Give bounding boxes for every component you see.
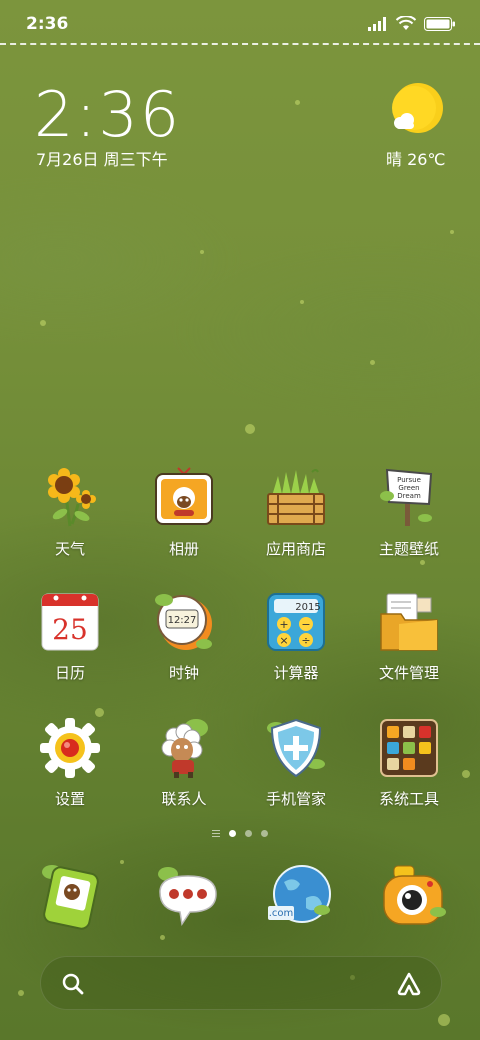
app-label: 系统工具 <box>378 790 439 808</box>
calendar-icon: 25 <box>41 593 99 651</box>
app-label: 天气 <box>54 540 85 558</box>
status-time: 2:36 <box>26 14 69 34</box>
calculator-icon: 2015 + − × ÷ <box>267 593 325 651</box>
grass-crate-icon <box>267 469 325 525</box>
svg-text:÷: ÷ <box>301 634 310 647</box>
app-label: 时钟 <box>168 664 199 682</box>
page-dot[interactable] <box>261 830 268 837</box>
folder-icon <box>380 593 438 651</box>
calendar-day-text: 25 <box>52 613 88 646</box>
app-label: 计算器 <box>273 664 319 682</box>
clock-face-text: 12:27 <box>168 615 197 626</box>
clock-widget-time[interactable]: 2:36 <box>34 78 181 151</box>
sunflower-icon <box>48 468 96 527</box>
battery-icon <box>424 16 455 31</box>
message-bubble-icon <box>158 867 217 926</box>
globe-icon: .com <box>268 865 331 923</box>
search-icon[interactable] <box>61 972 85 996</box>
clock-icon: 12:27 <box>155 594 212 650</box>
dock-camera[interactable] <box>380 862 480 930</box>
signpost-icon: Pursue Green Dream <box>380 468 433 526</box>
app-label: 应用商店 <box>265 540 326 558</box>
app-settings[interactable]: 设置 <box>15 716 125 809</box>
svg-text:Dream: Dream <box>397 492 421 500</box>
app-phone-manager[interactable]: 手机管家 <box>241 716 351 809</box>
page-indicator[interactable] <box>0 830 480 837</box>
app-themes[interactable]: Pursue Green Dream 主题壁纸 <box>354 466 464 559</box>
sun-cloud-icon[interactable] <box>390 82 446 138</box>
calculator-display-text: 2015 <box>295 602 320 613</box>
svg-text:Green: Green <box>398 484 419 492</box>
app-weather[interactable]: 天气 <box>15 466 125 559</box>
sheep-contact-icon <box>161 719 208 778</box>
dock-phone[interactable] <box>38 862 148 930</box>
svg-text:−: − <box>301 618 310 631</box>
app-label: 主题壁纸 <box>378 540 439 558</box>
svg-text:×: × <box>279 634 288 647</box>
assistant-icon[interactable] <box>395 970 423 998</box>
camera-icon <box>383 865 446 925</box>
page-dot-active[interactable] <box>229 830 236 837</box>
svg-text:+: + <box>279 618 288 631</box>
toolbox-icon <box>380 719 438 777</box>
app-label: 文件管理 <box>378 664 439 682</box>
app-store[interactable]: 应用商店 <box>241 466 351 559</box>
app-label: 设置 <box>54 790 85 808</box>
browser-badge-text: .com <box>269 908 294 919</box>
app-label: 联系人 <box>161 790 207 808</box>
dock-browser[interactable]: .com <box>266 862 376 930</box>
shield-icon <box>267 718 325 778</box>
app-contacts[interactable]: 联系人 <box>129 716 239 809</box>
search-bar[interactable] <box>40 956 442 1010</box>
app-label: 日历 <box>54 664 85 682</box>
app-calculator[interactable]: 2015 + − × ÷ 计算器 <box>241 590 351 683</box>
status-icons <box>368 16 456 31</box>
dock-messages[interactable] <box>154 862 264 930</box>
clock-widget-date[interactable]: 7月26日 周三下午 <box>36 146 168 170</box>
weather-text[interactable]: 晴 26℃ <box>386 146 445 170</box>
stitched-divider <box>0 43 480 45</box>
page-indicator-overview[interactable] <box>212 830 220 837</box>
wifi-icon <box>396 16 416 30</box>
app-clock[interactable]: 12:27 时钟 <box>129 590 239 683</box>
app-label: 手机管家 <box>265 790 326 808</box>
page-dot[interactable] <box>245 830 252 837</box>
svg-text:Pursue: Pursue <box>397 476 421 484</box>
app-gallery[interactable]: 相册 <box>129 466 239 559</box>
sheep-frame-icon <box>155 467 213 525</box>
status-bar: 2:36 <box>0 0 480 44</box>
gear-icon <box>40 718 100 778</box>
app-calendar[interactable]: 25 日历 <box>15 590 125 683</box>
app-system-tools[interactable]: 系统工具 <box>354 716 464 809</box>
phone-icon <box>42 865 99 930</box>
signal-icon <box>368 16 386 31</box>
app-file-manager[interactable]: 文件管理 <box>354 590 464 683</box>
app-label: 相册 <box>168 540 199 558</box>
